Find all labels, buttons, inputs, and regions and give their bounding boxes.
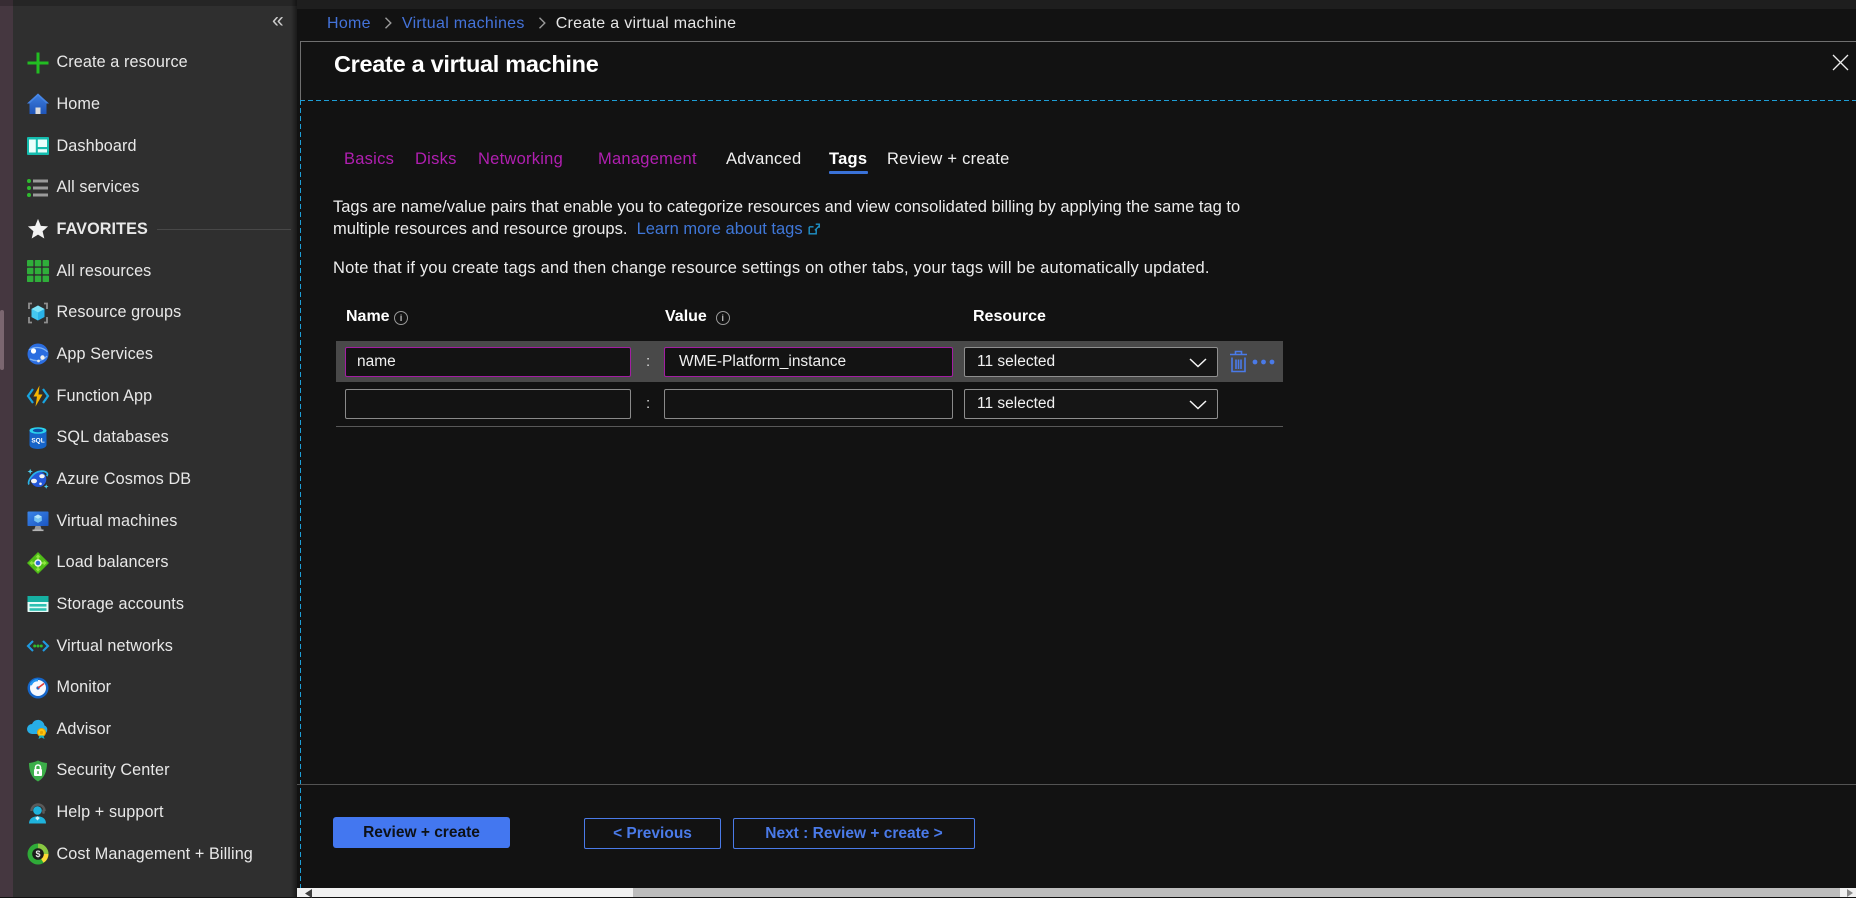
svg-text:$: $	[35, 849, 40, 859]
svg-text:SQL: SQL	[31, 437, 44, 444]
